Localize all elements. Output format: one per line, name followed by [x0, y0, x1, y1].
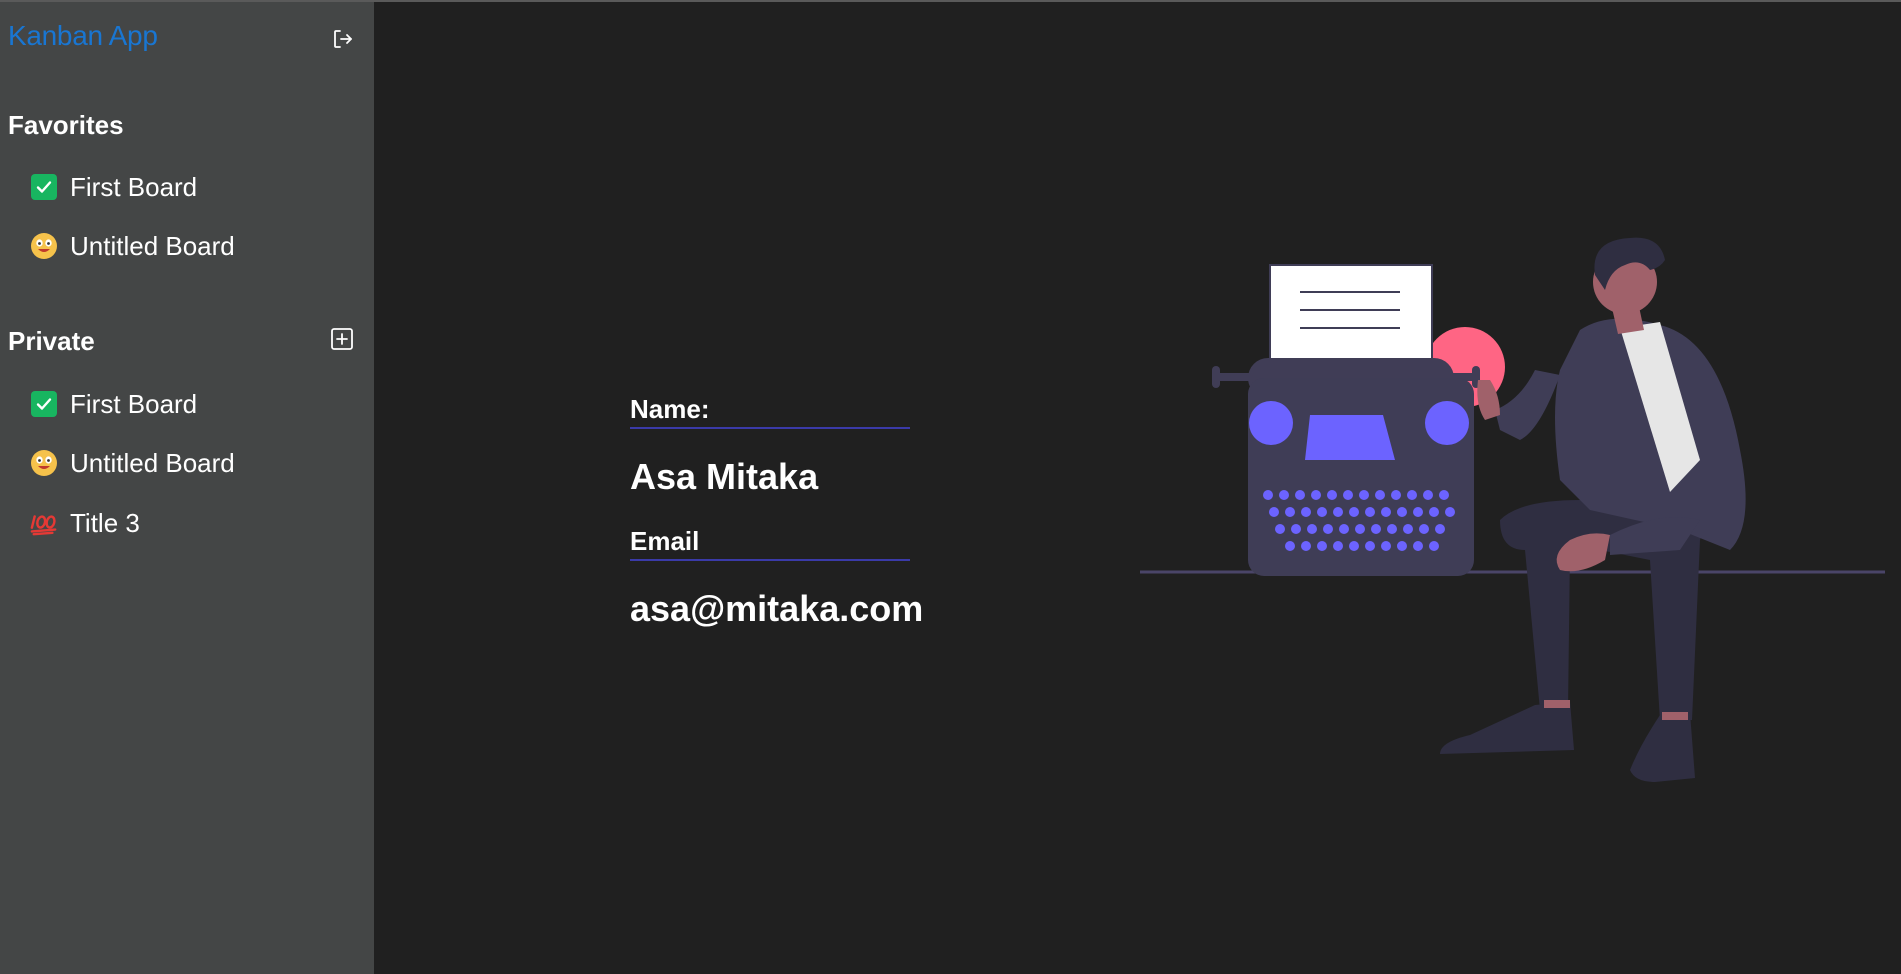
hundred-points-icon	[30, 509, 58, 537]
favorite-item-first-board[interactable]: First Board	[30, 167, 350, 207]
board-label: Untitled Board	[70, 230, 235, 261]
sidebar: Kanban App Favorites First Board Untitle…	[0, 2, 374, 974]
private-item-title-3[interactable]: Title 3	[30, 503, 350, 543]
board-label: Untitled Board	[70, 447, 235, 478]
logout-icon[interactable]	[331, 27, 355, 51]
favorite-item-untitled-board[interactable]: Untitled Board	[30, 226, 350, 266]
check-mark-button-icon	[30, 173, 58, 201]
private-item-first-board[interactable]: First Board	[30, 384, 350, 424]
private-item-untitled-board[interactable]: Untitled Board	[30, 443, 350, 483]
app-title[interactable]: Kanban App	[8, 20, 158, 52]
check-mark-button-icon	[30, 390, 58, 418]
private-title: Private	[8, 326, 95, 356]
favorites-title: Favorites	[8, 110, 124, 140]
name-value: Asa Mitaka	[630, 456, 819, 497]
board-label: First Board	[70, 171, 198, 202]
name-label: Name:	[630, 394, 910, 429]
email-label: Email	[630, 526, 910, 561]
grinning-face-icon	[30, 232, 58, 260]
typewriter-person-illustration	[1140, 230, 1885, 800]
grinning-face-icon	[30, 449, 58, 477]
board-label: First Board	[70, 388, 198, 419]
email-value: asa@mitaka.com	[630, 588, 924, 629]
board-label: Title 3	[70, 507, 140, 538]
add-board-icon[interactable]	[330, 327, 354, 351]
